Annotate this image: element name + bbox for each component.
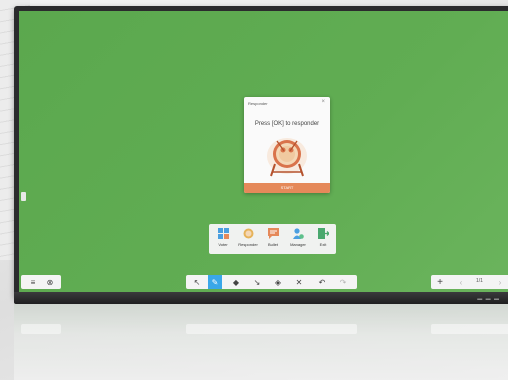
left-toolbar: ≡ ⊗ bbox=[21, 275, 61, 289]
whiteboard-screen: Responder × Press [OK] to responder STAR… bbox=[19, 11, 508, 293]
dialog-message: Press [OK] to responder bbox=[254, 121, 320, 127]
reflection-center-bar bbox=[186, 324, 357, 334]
left-side-handle[interactable] bbox=[21, 192, 26, 201]
menu-icon[interactable]: ≡ bbox=[26, 275, 40, 289]
close-whiteboard-icon[interactable]: ⊗ bbox=[43, 275, 57, 289]
responder-icon bbox=[243, 228, 254, 239]
pointer-icon[interactable]: ↘ bbox=[250, 275, 264, 289]
close-icon[interactable]: × bbox=[321, 99, 325, 105]
app-manager-button[interactable]: Manager bbox=[286, 227, 310, 253]
add-page-icon[interactable]: + bbox=[433, 275, 447, 289]
redo-icon[interactable]: ↷ bbox=[336, 275, 350, 289]
exit-icon bbox=[318, 228, 329, 239]
eraser-icon[interactable]: ◆ bbox=[229, 275, 243, 289]
tools-icon[interactable]: ✕ bbox=[292, 275, 306, 289]
apps-tray: Voter Responder Bullet Manager Exit bbox=[209, 224, 336, 254]
start-button[interactable]: START bbox=[244, 183, 330, 193]
page-indicator: 1/1 bbox=[476, 278, 483, 284]
app-label: Exit bbox=[319, 242, 327, 247]
app-bullet-button[interactable]: Bullet bbox=[261, 227, 285, 253]
app-responder-button[interactable]: Responder bbox=[236, 227, 260, 253]
drawing-toolbar: ↖ ✎ ◆ ↘ ◈ ✕ ↶ ↷ bbox=[186, 275, 357, 289]
prev-page-icon[interactable]: ‹ bbox=[454, 275, 468, 289]
voter-icon bbox=[218, 228, 229, 239]
select-icon[interactable]: ↖ bbox=[190, 275, 204, 289]
manager-icon bbox=[293, 228, 304, 239]
pen-icon[interactable]: ✎ bbox=[208, 275, 222, 289]
reflection-left-bar bbox=[21, 324, 61, 334]
interactive-display: Responder × Press [OK] to responder STAR… bbox=[14, 6, 508, 298]
reflection-right-bar bbox=[431, 324, 508, 334]
responder-dialog: Responder × Press [OK] to responder STAR… bbox=[244, 97, 330, 193]
indicator-lights: ▬ ▬ ▬ bbox=[477, 296, 500, 302]
next-page-icon[interactable]: › bbox=[493, 275, 507, 289]
undo-icon[interactable]: ↶ bbox=[315, 275, 329, 289]
reflection bbox=[14, 304, 508, 380]
app-exit-button[interactable]: Exit bbox=[311, 227, 335, 253]
display-chin: ▬ ▬ ▬ bbox=[14, 292, 508, 304]
bullet-icon bbox=[268, 228, 279, 239]
drum-icon bbox=[267, 138, 307, 177]
app-voter-button[interactable]: Voter bbox=[211, 227, 235, 253]
page-toolbar: + ‹ 1/1 › bbox=[431, 275, 508, 289]
dialog-title: Responder bbox=[248, 101, 268, 106]
shapes-icon[interactable]: ◈ bbox=[271, 275, 285, 289]
